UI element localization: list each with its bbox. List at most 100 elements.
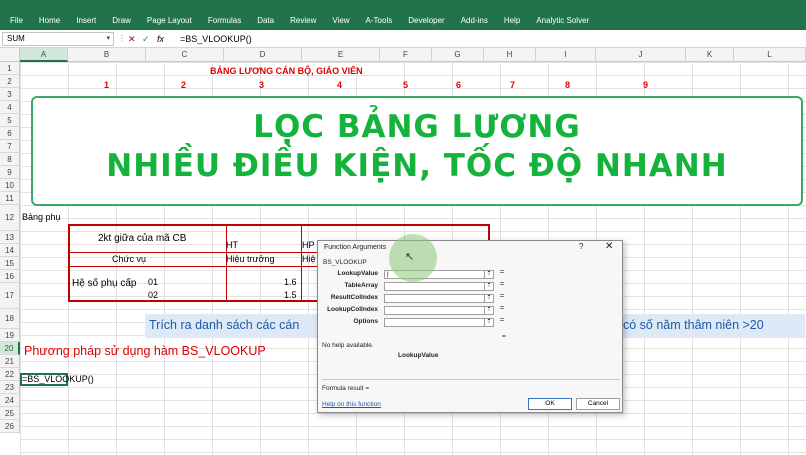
row-header[interactable]: 17 (0, 283, 20, 309)
column-number-label[interactable]: 3 (259, 79, 264, 92)
column-header[interactable]: E (302, 48, 380, 62)
cell-d12[interactable]: HT (226, 239, 238, 252)
column-header[interactable]: I (536, 48, 596, 62)
column-header[interactable]: D (224, 48, 302, 62)
enter-icon[interactable]: ✓ (142, 33, 150, 45)
ribbon-tab[interactable]: Developer (400, 14, 452, 28)
ok-button[interactable]: OK (528, 398, 572, 410)
select-all-corner[interactable] (0, 48, 20, 62)
cell-b13[interactable]: Chức vụ (112, 253, 146, 266)
row-header[interactable]: 10 (0, 179, 20, 192)
column-number-label[interactable]: 9 (643, 79, 648, 92)
ribbon-tab[interactable]: A-Tools (358, 14, 401, 28)
column-header[interactable]: H (484, 48, 536, 62)
row17-text[interactable]: Trích ra danh sách các cán (149, 318, 299, 332)
range-select-icon[interactable]: ⇡ (484, 306, 494, 315)
row-header[interactable]: 4 (0, 101, 20, 114)
cell-b12[interactable]: 2kt giữa của mã CB (98, 232, 186, 245)
row-header[interactable]: 1 (0, 62, 20, 75)
row-header[interactable]: 5 (0, 114, 20, 127)
cell-e13[interactable]: Hiệ (302, 253, 316, 266)
column-number-label[interactable]: 5 (403, 79, 408, 92)
argument-input[interactable] (384, 294, 492, 303)
row-header[interactable]: 24 (0, 394, 20, 407)
row-header[interactable]: 22 (0, 368, 20, 381)
row-header[interactable]: 6 (0, 127, 20, 140)
ribbon-tab[interactable]: Add-ins (453, 14, 496, 28)
name-box[interactable]: SUM ▾ (2, 32, 114, 46)
sheet-title[interactable]: BẢNG LƯƠNG CÁN BỘ, GIÁO VIÊN (210, 65, 363, 78)
cell-b11[interactable]: Bảng phụ (22, 211, 61, 224)
column-header[interactable]: B (68, 48, 146, 62)
row-header[interactable]: 20 (0, 342, 20, 355)
column-header[interactable]: F (380, 48, 432, 62)
ribbon-tab[interactable]: Page Layout (139, 14, 200, 28)
column-header[interactable]: C (146, 48, 224, 62)
row-header[interactable]: 2 (0, 75, 20, 88)
row-header[interactable]: 25 (0, 407, 20, 420)
ribbon-tab[interactable]: Review (282, 14, 324, 28)
row-header[interactable]: 3 (0, 88, 20, 101)
ribbon-tab[interactable]: File (0, 14, 31, 28)
row-header[interactable]: 8 (0, 153, 20, 166)
column-number-label[interactable]: 6 (456, 79, 461, 92)
argument-input[interactable] (384, 282, 492, 291)
ribbon-tab[interactable]: Help (496, 14, 528, 28)
column-header[interactable]: G (432, 48, 484, 62)
range-select-icon[interactable]: ⇡ (484, 282, 494, 291)
row18-text[interactable]: Phương pháp sử dụng hàm BS_VLOOKUP (24, 344, 266, 358)
row-header[interactable]: 7 (0, 140, 20, 153)
cell-e12[interactable]: HP (302, 239, 315, 252)
range-select-icon[interactable]: ⇡ (484, 294, 494, 303)
row-header[interactable]: 11 (0, 192, 20, 205)
column-header[interactable]: A (20, 48, 68, 62)
range-select-icon[interactable]: ⇡ (484, 318, 494, 327)
cancel-icon[interactable]: ✕ (128, 33, 136, 45)
column-number-label[interactable]: 7 (510, 79, 515, 92)
column-header[interactable]: K (686, 48, 734, 62)
row-header[interactable]: 16 (0, 270, 20, 283)
row-header[interactable]: 15 (0, 257, 20, 270)
row-header[interactable]: 14 (0, 244, 20, 257)
row-header[interactable]: 19 (0, 329, 20, 342)
cell-d15[interactable]: 1.5 (284, 289, 297, 302)
row17-text-right[interactable]: có số năm thâm niên >20 (623, 318, 764, 332)
ribbon-tab[interactable]: Insert (68, 14, 104, 28)
cancel-button[interactable]: Cancel (576, 398, 620, 410)
cell-c15[interactable]: 02 (148, 289, 158, 302)
row-header[interactable]: 21 (0, 355, 20, 368)
ribbon-tab[interactable]: Draw (104, 14, 139, 28)
column-number-label[interactable]: 2 (181, 79, 186, 92)
row-header[interactable]: 12 (0, 205, 20, 231)
column-number-label[interactable]: 1 (104, 79, 109, 92)
cell-c14[interactable]: 01 (148, 276, 158, 289)
ribbon-tab[interactable]: Analytic Solver (528, 14, 597, 28)
row-header[interactable]: 13 (0, 231, 20, 244)
close-icon[interactable]: ✕ (605, 241, 613, 252)
row-header[interactable]: 18 (0, 309, 20, 329)
help-icon[interactable]: ? (579, 242, 583, 251)
column-header[interactable]: L (734, 48, 806, 62)
cell-b14[interactable]: Hệ số phụ cấp (72, 277, 137, 290)
ribbon-tab[interactable]: Formulas (200, 14, 249, 28)
chevron-down-icon[interactable]: ▾ (106, 33, 110, 45)
argument-input[interactable] (384, 306, 492, 315)
formula-input[interactable]: =BS_VLOOKUP() (180, 32, 252, 46)
argument-input[interactable] (384, 318, 492, 327)
ribbon: File Home Insert Draw Page Layout Formulas Dat… (0, 0, 806, 30)
insert-function-button[interactable]: fx (157, 33, 164, 45)
column-number-label[interactable]: 8 (565, 79, 570, 92)
range-select-icon[interactable]: ⇡ (484, 270, 494, 279)
help-link[interactable]: Help on this function (322, 401, 381, 408)
cell-d13[interactable]: Hiệu trưởng (226, 253, 274, 266)
cell-a20[interactable]: =BS_VLOOKUP() (22, 373, 94, 386)
cell-d14[interactable]: 1.6 (284, 276, 297, 289)
column-number-label[interactable]: 4 (337, 79, 342, 92)
ribbon-tab[interactable]: Home (31, 14, 68, 28)
row-header[interactable]: 26 (0, 420, 20, 433)
row-header[interactable]: 23 (0, 381, 20, 394)
column-header[interactable]: J (596, 48, 686, 62)
ribbon-tab[interactable]: View (324, 14, 357, 28)
row-header[interactable]: 9 (0, 166, 20, 179)
ribbon-tab[interactable]: Data (249, 14, 282, 28)
